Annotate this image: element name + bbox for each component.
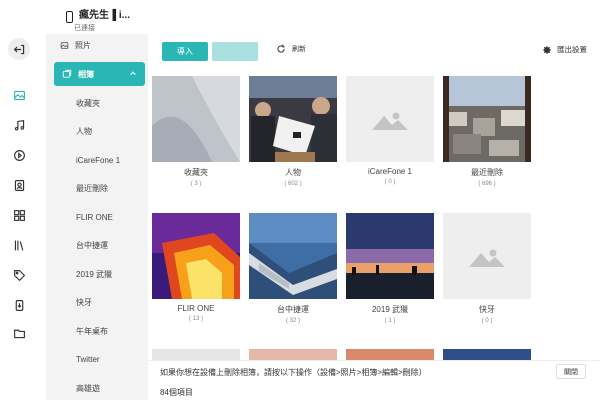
hint-bar: 如果你想在設備上刪除相簿，請按以下操作（設備>照片>相簿>編輯>刪除） 關閉	[148, 360, 600, 382]
refresh-label: 刷新	[292, 46, 306, 53]
sidebar-item-albums[interactable]: 相簿	[54, 62, 145, 86]
album-count: ( 32 )	[285, 318, 300, 324]
sidebar-album-item[interactable]: 台中捷運	[46, 236, 148, 254]
albums-icon	[62, 69, 72, 78]
phone-icon	[66, 11, 73, 23]
books-icon	[14, 240, 23, 251]
album-thumbnail	[152, 76, 240, 162]
album-name: 台中捷運	[277, 305, 309, 314]
album-name: 2019 武獵	[371, 305, 409, 314]
photo-icon	[13, 90, 25, 100]
album-count: ( 602 )	[284, 181, 302, 187]
device-name: 瘋先生▐ i...	[79, 10, 130, 21]
album-name: 人物	[285, 168, 301, 177]
album-tile[interactable]: 2019 武獵 ( 1 )	[346, 213, 434, 324]
close-hint-button[interactable]: 關閉	[556, 364, 586, 379]
connection-status: 已連接	[74, 25, 95, 32]
backup-icon	[15, 299, 23, 311]
app-window: 瘋先生▐ i... 已連接 照片 相簿 收藏夾 人物 iCareFone 1 最…	[0, 0, 600, 400]
sidebar-album-item[interactable]: 人物	[46, 122, 148, 140]
album-name: 最近刪除	[471, 168, 503, 177]
sidebar-album-item[interactable]: 快牙	[46, 293, 148, 311]
item-count: 84個項目	[160, 388, 193, 397]
play-icon	[13, 149, 25, 161]
album-thumbnail	[443, 213, 531, 299]
sidebar-album-item[interactable]: Twitter	[46, 350, 148, 368]
album-thumbnail	[346, 76, 434, 162]
album-count: ( 13 )	[188, 316, 203, 322]
gear-icon	[543, 45, 551, 54]
export-settings-button[interactable]: 匯出設置	[542, 44, 587, 55]
import-button[interactable]: 導入	[162, 42, 208, 61]
refresh-icon	[277, 44, 285, 53]
chevron-up-icon	[130, 71, 136, 75]
sidebar-album-item[interactable]: iCareFone 1	[46, 151, 148, 169]
refresh-button[interactable]: 刷新	[276, 44, 306, 54]
rail-apps[interactable]	[8, 204, 30, 226]
rail-video[interactable]	[8, 144, 30, 166]
album-tile[interactable]: 人物 ( 602 )	[249, 76, 337, 187]
sidebar-album-item[interactable]: 最近刪除	[46, 179, 148, 197]
album-tile[interactable]: FLIR ONE ( 13 )	[152, 213, 240, 322]
album-count: ( 696 )	[478, 181, 496, 187]
sidebar-album-item[interactable]: 午年桌布	[46, 322, 148, 340]
sidebar-item-photos[interactable]: 照片	[46, 36, 148, 54]
back-icon	[13, 44, 24, 54]
sidebar-item-label: 相簿	[78, 69, 94, 79]
album-count: ( 0 )	[384, 179, 396, 185]
album-count: ( 1 )	[384, 318, 396, 324]
photo-icon	[60, 41, 69, 49]
apps-icon	[13, 209, 25, 221]
rail-files[interactable]	[8, 322, 30, 344]
sidebar-album-item[interactable]: 收藏夾	[46, 94, 148, 112]
album-name: 快牙	[479, 305, 495, 314]
nav-rail	[0, 0, 38, 400]
album-sidebar: 照片 相簿 收藏夾 人物 iCareFone 1 最近刪除 FLIR ONE 台…	[46, 34, 148, 400]
back-button[interactable]	[8, 38, 30, 60]
album-name: iCareFone 1	[367, 167, 413, 176]
album-tile[interactable]: 快牙 ( 0 )	[443, 213, 531, 324]
album-count: ( 0 )	[481, 318, 493, 324]
sidebar-album-item[interactable]: FLIR ONE	[46, 208, 148, 226]
folder-icon	[13, 329, 25, 338]
sidebar-album-item[interactable]: 高雄遊	[46, 379, 148, 397]
album-count: ( 3 )	[190, 181, 202, 187]
delete-album-hint: 如果你想在設備上刪除相簿，請按以下操作（設備>照片>相簿>編輯>刪除）	[160, 368, 427, 377]
rail-tags[interactable]	[8, 264, 30, 286]
album-thumbnail	[443, 76, 531, 162]
export-button[interactable]	[212, 42, 258, 61]
image-placeholder-icon	[346, 76, 434, 162]
sidebar-album-item[interactable]: 2019 武獵	[46, 265, 148, 283]
album-thumbnail	[249, 76, 337, 162]
image-placeholder-icon	[443, 213, 531, 299]
album-tile[interactable]: 最近刪除 ( 696 )	[443, 76, 531, 187]
album-tile[interactable]: 收藏夾 ( 3 )	[152, 76, 240, 187]
album-tile[interactable]: iCareFone 1 ( 0 )	[346, 76, 434, 185]
contacts-icon	[14, 179, 24, 191]
music-icon	[14, 119, 24, 131]
album-thumbnail	[152, 213, 240, 299]
device-header[interactable]: 瘋先生▐ i... 已連接	[66, 9, 130, 32]
settings-label: 匯出設置	[557, 45, 587, 54]
album-thumbnail	[249, 213, 337, 299]
tag-icon	[13, 269, 25, 281]
rail-photos[interactable]	[8, 84, 30, 106]
rail-contacts[interactable]	[8, 174, 30, 196]
album-thumbnail	[346, 213, 434, 299]
sidebar-item-label: 照片	[75, 40, 91, 50]
rail-books[interactable]	[8, 234, 30, 256]
album-name: 收藏夾	[184, 168, 208, 177]
rail-backup[interactable]	[8, 294, 30, 316]
rail-music[interactable]	[8, 114, 30, 136]
album-name: FLIR ONE	[177, 304, 215, 313]
album-tile[interactable]: 台中捷運 ( 32 )	[249, 213, 337, 324]
